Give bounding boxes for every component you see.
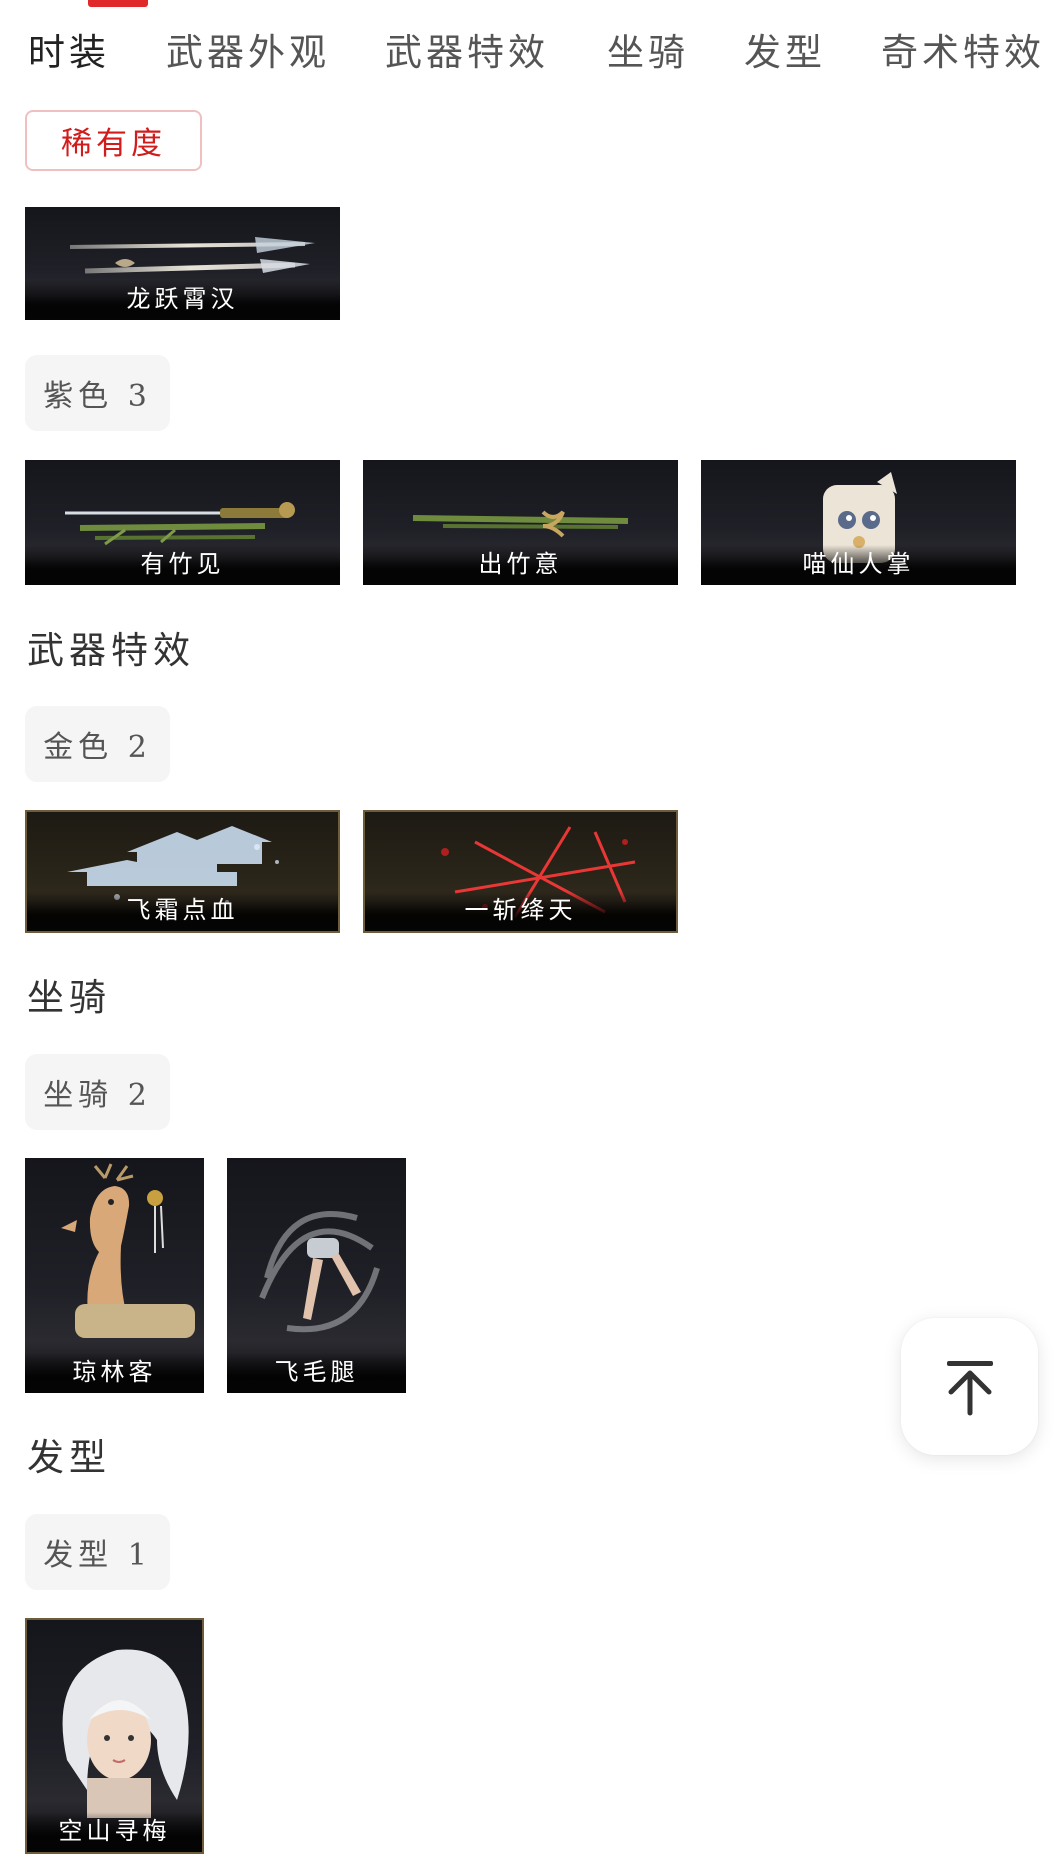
rarity-chip-purple[interactable]: 紫色 3 bbox=[25, 355, 170, 431]
item-name: 琼林客 bbox=[72, 1358, 157, 1386]
item-card-spinning-legs[interactable]: 飞毛腿 bbox=[227, 1158, 406, 1393]
item-name: 龙跃霄汉 bbox=[126, 285, 239, 313]
item-card-ice-palace[interactable]: 飞霜点血 bbox=[25, 810, 340, 933]
category-tabs: 时装 武器外观 武器特效 坐骑 发型 奇术特效 bbox=[0, 22, 1061, 82]
section-title-hairstyles: 发型 bbox=[27, 1436, 111, 1479]
item-card-dual-spear[interactable]: 龙跃霄汉 bbox=[25, 207, 340, 320]
item-name: 飞霜点血 bbox=[126, 896, 239, 924]
tab-weapon-appearance[interactable]: 武器外观 bbox=[166, 22, 330, 76]
item-name: 出竹意 bbox=[478, 550, 563, 578]
active-tab-indicator bbox=[88, 0, 148, 7]
item-card-white-hair[interactable]: 空山寻梅 bbox=[25, 1618, 204, 1854]
tab-weapon-effects[interactable]: 武器特效 bbox=[385, 22, 549, 76]
item-name: 空山寻梅 bbox=[58, 1817, 171, 1845]
tab-hairstyles[interactable]: 发型 bbox=[744, 22, 826, 76]
item-card-red-slash[interactable]: 一斩绛天 bbox=[363, 810, 678, 933]
tab-skill-effects[interactable]: 奇术特效 bbox=[881, 22, 1045, 76]
section-title-weapon-effects: 武器特效 bbox=[27, 629, 195, 672]
category-chip-mounts[interactable]: 坐骑 2 bbox=[25, 1054, 170, 1130]
item-name: 一斩绛天 bbox=[464, 896, 577, 924]
item-card-cat-fist[interactable]: 喵仙人掌 bbox=[701, 460, 1016, 585]
item-card-deer-mount[interactable]: 琼林客 bbox=[25, 1158, 204, 1393]
item-card-bamboo-sword[interactable]: 有竹见 bbox=[25, 460, 340, 585]
rarity-filter-button[interactable]: 稀有度 bbox=[25, 110, 202, 171]
rarity-chip-gold[interactable]: 金色 2 bbox=[25, 706, 170, 782]
category-chip-hairstyles[interactable]: 发型 1 bbox=[25, 1514, 170, 1590]
item-name: 飞毛腿 bbox=[274, 1358, 359, 1386]
section-title-mounts: 坐骑 bbox=[27, 976, 111, 1019]
tab-fashion[interactable]: 时装 bbox=[28, 22, 110, 76]
item-name: 喵仙人掌 bbox=[802, 550, 915, 578]
item-name: 有竹见 bbox=[140, 550, 225, 578]
item-card-bamboo-staff[interactable]: 出竹意 bbox=[363, 460, 678, 585]
arrow-up-to-top-icon bbox=[946, 1360, 993, 1415]
back-to-top-button[interactable] bbox=[901, 1318, 1038, 1455]
tab-mounts[interactable]: 坐骑 bbox=[607, 22, 689, 76]
